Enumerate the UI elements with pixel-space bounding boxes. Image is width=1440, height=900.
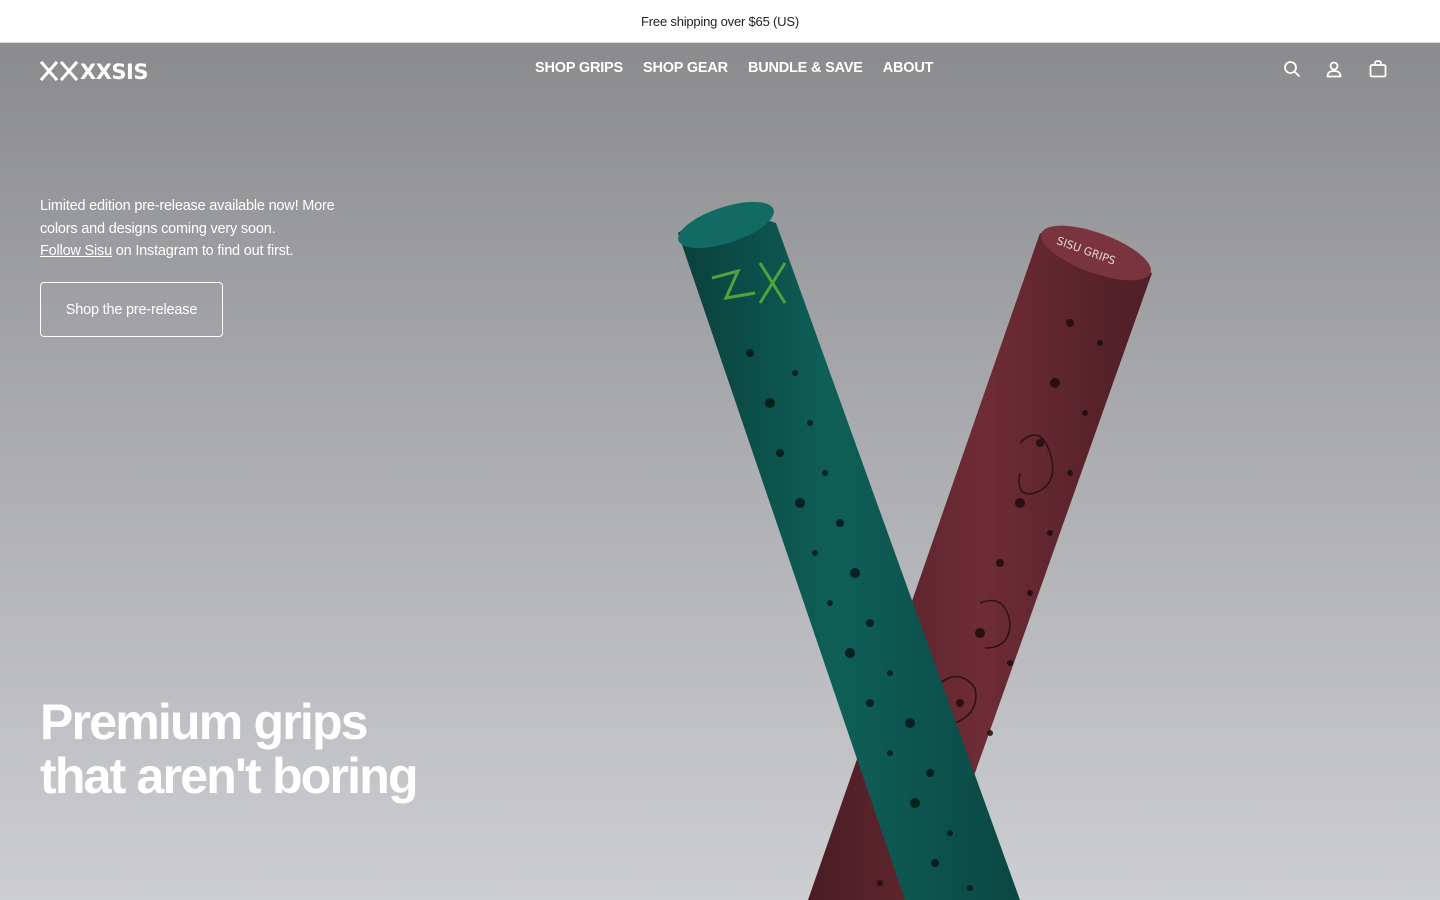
hero-section: SISU GRIPS XXSIS SHOP GRIPS SHOP GEAR BU…	[0, 43, 1440, 900]
announcement-bar: Free shipping over $65 (US)	[0, 0, 1440, 43]
promo-text: Limited edition pre-release available no…	[40, 195, 360, 263]
shop-pre-release-button[interactable]: Shop the pre-release	[40, 282, 223, 337]
follow-sisu-link[interactable]: Follow Sisu	[40, 243, 112, 259]
nav-about[interactable]: ABOUT	[883, 60, 934, 76]
cart-icon[interactable]	[1368, 59, 1388, 79]
site-header: XXSISU SHOP GRIPS SHOP GEAR BUNDLE & SAV…	[0, 43, 1440, 95]
headline-line2: that aren't boring	[40, 748, 419, 804]
promo-line1: Limited edition pre-release available no…	[40, 198, 335, 237]
announcement-text: Free shipping over $65 (US)	[641, 13, 799, 29]
logo-text: XXSISU	[80, 60, 148, 84]
account-icon[interactable]	[1324, 59, 1344, 79]
nav-bundle-save[interactable]: BUNDLE & SAVE	[748, 60, 863, 76]
promo-line2: on Instagram to find out first.	[111, 243, 294, 259]
header-actions	[1282, 59, 1392, 81]
search-icon[interactable]	[1282, 59, 1302, 79]
headline-line1: Premium grips	[40, 694, 369, 750]
nav-shop-grips[interactable]: SHOP GRIPS	[535, 60, 623, 76]
hero-headline: Premium grips that aren't boring	[40, 695, 540, 803]
sisu-logo[interactable]: XXSISU	[40, 57, 148, 85]
hero-grips-image: SISU GRIPS	[678, 201, 1152, 900]
main-nav: SHOP GRIPS SHOP GEAR BUNDLE & SAVE ABOUT	[535, 60, 933, 76]
nav-shop-gear[interactable]: SHOP GEAR	[643, 60, 728, 76]
